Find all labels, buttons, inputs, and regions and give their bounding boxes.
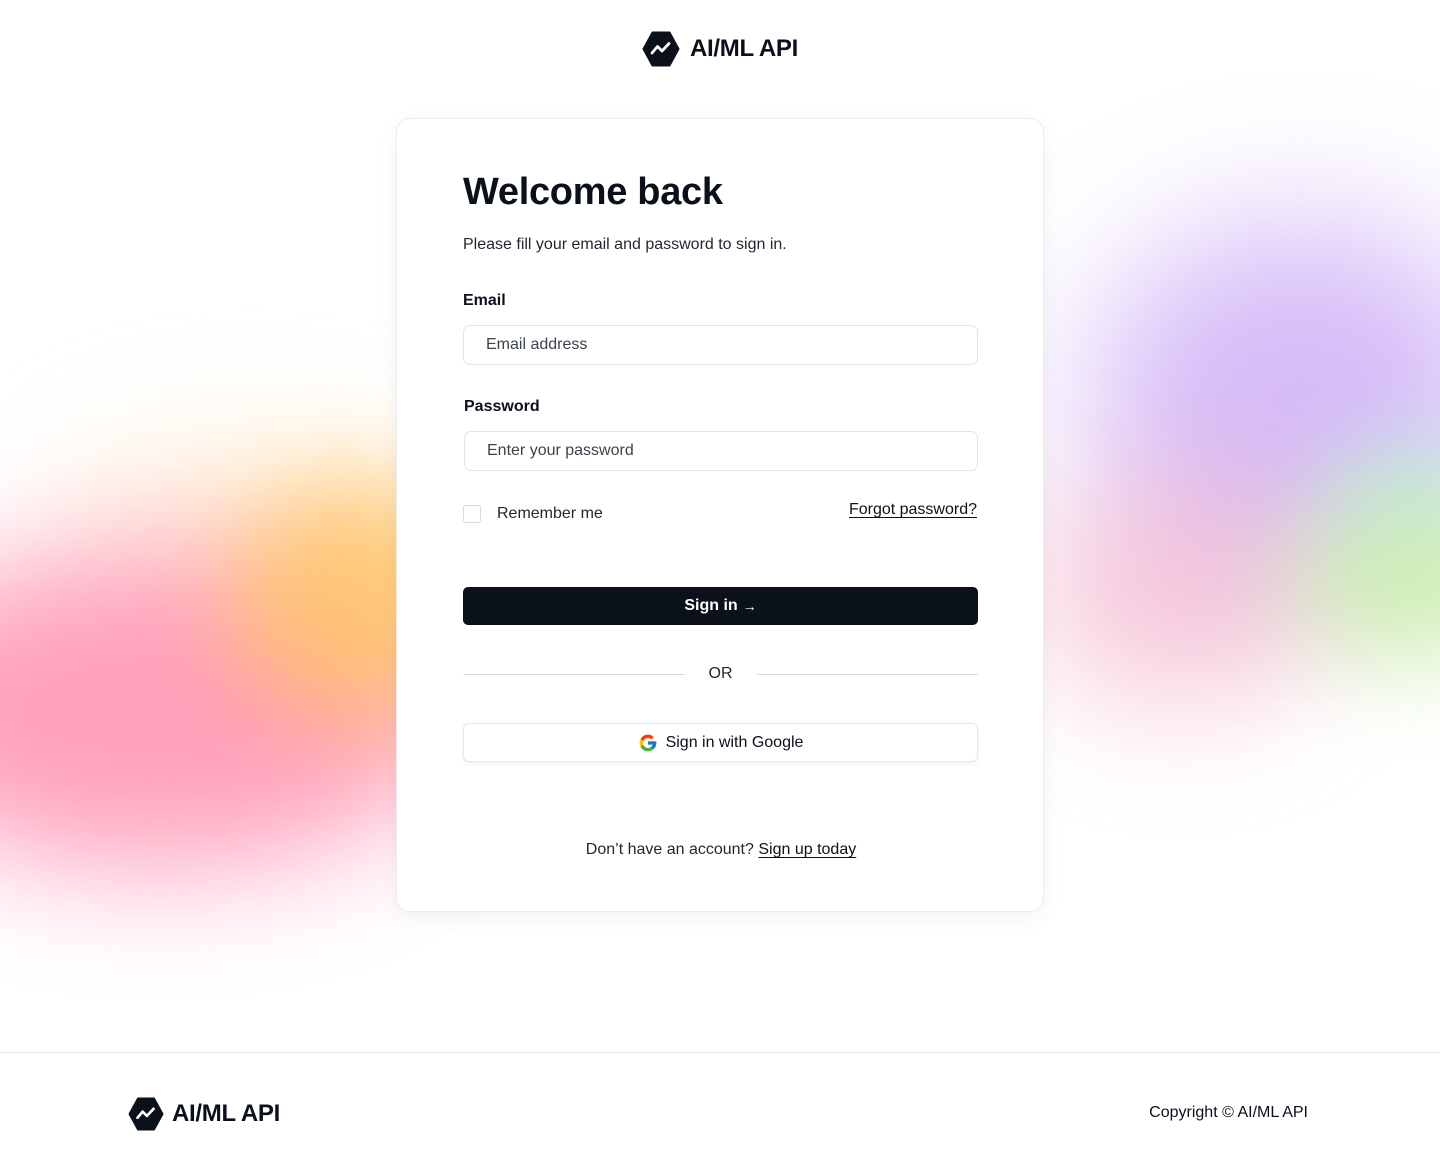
background-gradient-blob (1290, 500, 1440, 660)
or-label: OR (708, 665, 733, 682)
divider-line (756, 673, 978, 675)
sign-up-link[interactable]: Sign up today (758, 841, 856, 858)
page-subtitle: Please fill your email and password to s… (463, 236, 787, 253)
hexagon-trend-icon (128, 1097, 164, 1131)
background-gradient-blob (1090, 220, 1440, 580)
or-divider: OR (463, 665, 978, 683)
forgot-password-link[interactable]: Forgot password? (849, 501, 977, 519)
divider-line (463, 673, 685, 675)
remember-me-row[interactable]: Remember me (463, 505, 603, 523)
footer: AI/ML API Copyright © AI/ML API (0, 1052, 1440, 1173)
signup-prompt: Don’t have an account? Sign up today (397, 841, 1045, 859)
background-gradient-blob (60, 440, 440, 600)
sign-in-label: Sign in (684, 597, 738, 614)
no-account-text: Don’t have an account? (585, 841, 754, 858)
login-card: Welcome back Please fill your email and … (396, 118, 1044, 912)
hexagon-trend-icon (642, 31, 680, 67)
remember-me-label[interactable]: Remember me (497, 505, 603, 523)
background-gradient-blob (0, 550, 460, 870)
page-title: Welcome back (463, 171, 723, 213)
footer-brand-name: AI/ML API (172, 1100, 280, 1127)
background-gradient-blob (1030, 470, 1330, 710)
email-field[interactable] (463, 325, 978, 365)
arrow-right-icon: → (742, 598, 757, 614)
email-label: Email (463, 292, 506, 309)
google-sign-in-button[interactable]: Sign in with Google (463, 723, 978, 762)
google-sign-in-label: Sign in with Google (665, 733, 804, 751)
background-gradient-blob (1330, 440, 1440, 560)
header-logo[interactable]: AI/ML API (0, 31, 1440, 67)
google-icon (639, 734, 656, 751)
footer-logo[interactable]: AI/ML API (128, 1097, 280, 1131)
remember-me-checkbox[interactable] (463, 505, 481, 523)
copyright-text: Copyright © AI/ML API (1149, 1104, 1308, 1121)
password-field[interactable] (464, 431, 978, 471)
brand-name: AI/ML API (690, 35, 798, 62)
sign-in-button[interactable]: Sign in → (463, 587, 978, 625)
login-page: AI/ML API Welcome back Please fill your … (0, 0, 1440, 1173)
password-label: Password (464, 398, 540, 415)
